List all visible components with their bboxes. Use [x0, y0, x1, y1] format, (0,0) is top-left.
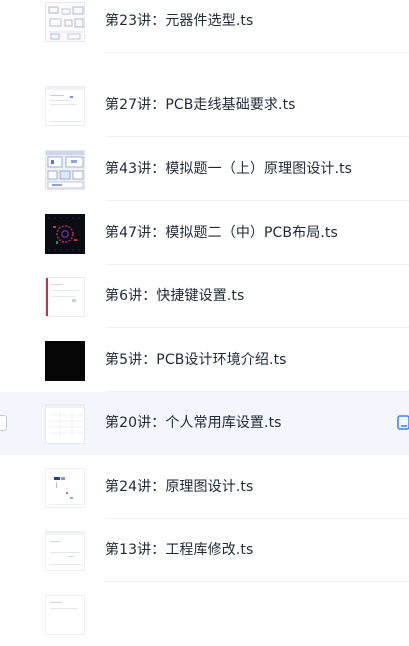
video-thumbnail[interactable]	[45, 531, 85, 571]
file-name[interactable]: 第6讲：快捷键设置.ts	[105, 287, 244, 305]
file-name[interactable]: 第27讲：PCB走线基础要求.ts	[105, 96, 296, 114]
video-thumbnail[interactable]	[45, 341, 85, 381]
file-name[interactable]: 第5讲：PCB设计环境介绍.ts	[105, 351, 287, 369]
row-divider	[105, 200, 409, 201]
file-name[interactable]: 第43讲：模拟题一（上）原理图设计.ts	[105, 160, 352, 178]
file-name[interactable]: 第24讲：原理图设计.ts	[105, 478, 253, 496]
row-checkbox[interactable]	[0, 415, 7, 431]
file-row[interactable]: 第47讲：模拟题二（中）PCB布局.ts	[0, 202, 409, 265]
file-row[interactable]: 第27讲：PCB走线基础要求.ts	[0, 74, 409, 137]
video-thumbnail[interactable]	[45, 277, 85, 317]
file-name[interactable]: 第47讲：模拟题二（中）PCB布局.ts	[105, 224, 338, 242]
row-divider	[105, 327, 409, 328]
file-row[interactable]: 第23讲：元器件选型.ts	[0, 0, 409, 53]
video-thumbnail[interactable]	[45, 595, 85, 635]
video-thumbnail[interactable]	[45, 86, 85, 126]
file-name[interactable]: 第13讲：工程库修改.ts	[105, 541, 253, 559]
file-row[interactable]: 第24讲：原理图设计.ts	[0, 456, 409, 519]
file-row[interactable]	[0, 583, 409, 646]
file-name[interactable]: 第23讲：元器件选型.ts	[105, 12, 253, 30]
file-row[interactable]: 第6讲：快捷键设置.ts	[0, 265, 409, 328]
video-thumbnail[interactable]	[45, 150, 85, 190]
file-row-hovered[interactable]: 第20讲：个人常用库设置.ts	[0, 392, 409, 455]
file-row[interactable]: 第13讲：工程库修改.ts	[0, 519, 409, 582]
video-thumbnail[interactable]	[45, 214, 85, 254]
file-row[interactable]: 第43讲：模拟题一（上）原理图设计.ts	[0, 138, 409, 201]
video-thumbnail[interactable]	[45, 468, 85, 508]
row-divider	[105, 581, 409, 582]
file-row[interactable]: 第5讲：PCB设计环境介绍.ts	[0, 329, 409, 392]
row-divider	[105, 52, 409, 53]
share-icon[interactable]	[397, 415, 409, 431]
video-thumbnail[interactable]	[45, 404, 85, 444]
file-name[interactable]: 第20讲：个人常用库设置.ts	[105, 414, 282, 432]
row-divider	[105, 136, 409, 137]
video-thumbnail[interactable]	[45, 2, 85, 42]
